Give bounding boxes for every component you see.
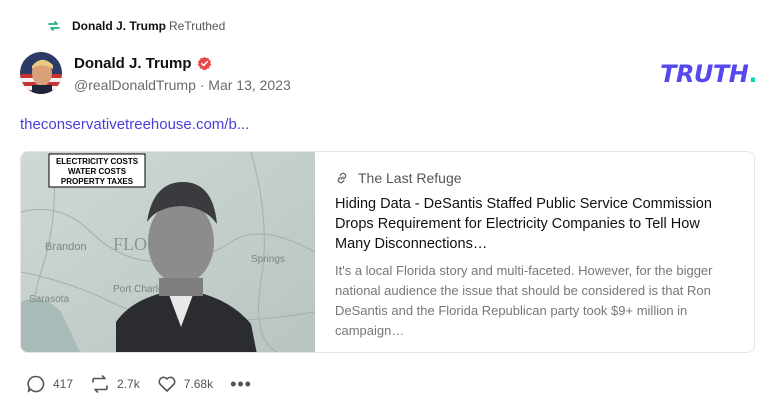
link-title: Hiding Data - DeSantis Staffed Public Se… [335, 196, 712, 252]
image-caption-line: WATER COSTS [68, 167, 127, 176]
reply-count: 417 [53, 377, 74, 391]
author-handle-date[interactable]: @realDonaldTrump · Mar 13, 2023 [74, 77, 291, 93]
link-preview-body: The Last Refuge Hiding Data - DeSantis S… [315, 152, 754, 352]
link-preview-card[interactable]: Brandon FLO Sarasota Port Charlo Springs… [20, 151, 755, 353]
verified-badge-icon [197, 56, 211, 70]
svg-text:Springs: Springs [251, 254, 285, 265]
retruth-icon [92, 375, 108, 393]
heart-icon [158, 376, 176, 392]
retruth-label: ReTruthed [169, 19, 226, 33]
retruth-icon [48, 21, 60, 31]
link-preview-image: Brandon FLO Sarasota Port Charlo Springs… [21, 152, 316, 352]
post-header: Donald J. Trump @realDonaldTrump · Mar 1… [20, 52, 291, 94]
link-description: It's a local Florida story and multi-fac… [335, 263, 713, 338]
comment-icon [27, 375, 45, 393]
truth-logo[interactable]: TRUTH. [660, 60, 757, 88]
post-actions: 417 2.7k 7.68k ••• [26, 374, 252, 394]
link-icon [337, 172, 347, 184]
svg-text:FLO: FLO [113, 234, 147, 254]
retruth-user-name[interactable]: Donald J. Trump [72, 19, 166, 33]
like-count: 7.68k [183, 377, 214, 391]
more-options-icon[interactable]: ••• [230, 375, 252, 393]
retruth-button[interactable]: 2.7k [90, 374, 140, 394]
like-button[interactable]: 7.68k [157, 374, 213, 394]
author-name[interactable]: Donald J. Trump [74, 55, 192, 72]
retruth-count: 2.7k [117, 377, 140, 391]
svg-text:Sarasota: Sarasota [29, 294, 69, 305]
post-link[interactable]: theconservativetreehouse.com/b... [20, 116, 249, 133]
avatar[interactable] [20, 52, 62, 94]
link-source: The Last Refuge [358, 170, 462, 186]
image-caption-line: PROPERTY TAXES [61, 177, 134, 186]
svg-text:Port Charlo: Port Charlo [113, 284, 164, 295]
svg-text:Brandon: Brandon [45, 241, 87, 253]
image-caption-line: ELECTRICITY COSTS [56, 157, 139, 166]
retruth-indicator: Donald J. Trump ReTruthed [46, 18, 225, 34]
reply-button[interactable]: 417 [26, 374, 73, 394]
